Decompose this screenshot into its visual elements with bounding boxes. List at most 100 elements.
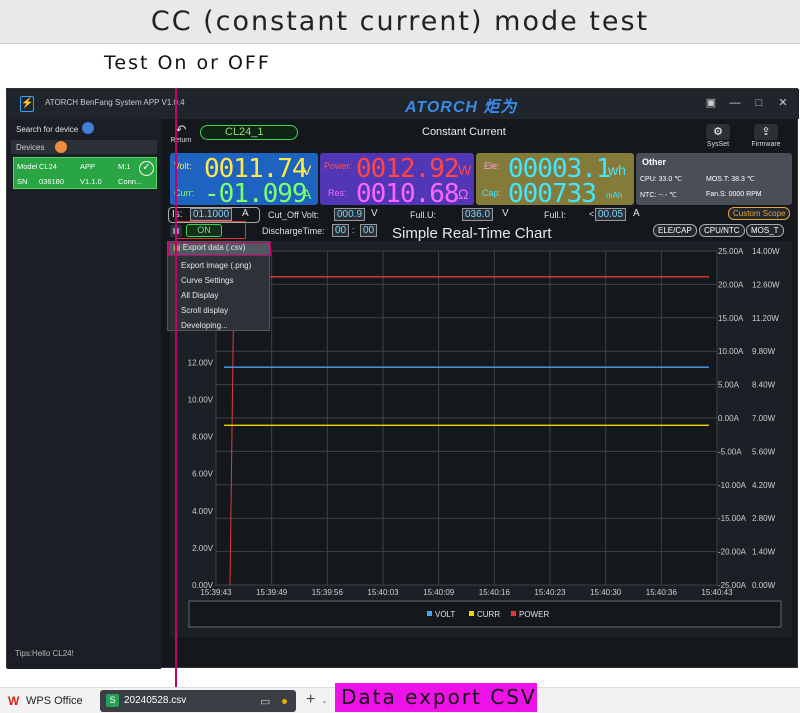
- wps-label[interactable]: WPS Office: [26, 695, 83, 707]
- cutoff-value[interactable]: 000.9: [334, 208, 366, 221]
- legend-label: CURR: [477, 610, 500, 619]
- fulli-value[interactable]: 00.05: [595, 208, 627, 221]
- tick-label-time: 15:39:49: [256, 588, 288, 597]
- tick-label-current: 15.00A: [718, 314, 744, 323]
- fulli-prefix: <: [589, 209, 595, 219]
- tick-label-power: 12.60W: [752, 280, 780, 289]
- ele-label: Ele:: [484, 161, 500, 171]
- app-title: ATORCH BenFang System APP V1.0.4: [45, 98, 185, 107]
- upload-icon: ⇪: [754, 124, 778, 140]
- menu-export-csv[interactable]: ▤ Export data (.csv): [168, 242, 271, 256]
- discharge-sep: :: [352, 225, 355, 235]
- chart-title: Simple Real-Time Chart: [392, 225, 552, 242]
- cutoff-unit: V: [371, 208, 378, 219]
- tick-label-power: 0.00W: [752, 581, 776, 590]
- cap-unit: mAh: [606, 191, 623, 200]
- tick-label-current: -10.00A: [718, 481, 747, 490]
- minimize-button[interactable]: —: [727, 95, 743, 111]
- tips-text: Tips:Hello CL24!: [15, 649, 74, 658]
- main-panel: ↶ Return CL24_1 Constant Current ⚙ SysSe…: [162, 119, 795, 639]
- menu-developing[interactable]: Developing...: [181, 321, 228, 330]
- ele-cap-button[interactable]: ELE/CAP: [653, 224, 697, 237]
- chevron-down-icon[interactable]: ⌄: [321, 696, 328, 705]
- legend-label: VOLT: [435, 610, 455, 619]
- wps-logo-icon[interactable]: W: [8, 694, 19, 708]
- menu-all-display[interactable]: All Display: [181, 291, 218, 300]
- tick-label-power: 2.80W: [752, 514, 776, 523]
- fullu-unit: V: [502, 208, 509, 219]
- discharge-minutes[interactable]: 00: [360, 224, 378, 237]
- app-logo-icon: ⚡: [20, 96, 34, 112]
- return-button[interactable]: ↶ Return: [166, 123, 196, 151]
- power-label: Power:: [324, 161, 353, 171]
- devices-refresh-icon[interactable]: [55, 141, 67, 153]
- legend-label: POWER: [519, 610, 549, 619]
- tick-label-current: 5.00A: [718, 381, 740, 390]
- search-device-label[interactable]: Search for device: [16, 125, 78, 134]
- fullu-value[interactable]: 036.0: [462, 208, 494, 221]
- device-badge[interactable]: CL24_1: [200, 125, 298, 140]
- tick-label-current: -5.00A: [718, 447, 742, 456]
- volt-unit: V: [302, 162, 312, 178]
- discharge-hours[interactable]: 00: [332, 224, 350, 237]
- firmware-button[interactable]: ⇪ Firmware: [746, 124, 786, 152]
- menu-curve-settings[interactable]: Curve Settings: [181, 276, 233, 285]
- search-icon[interactable]: [82, 122, 94, 134]
- volt-curr-box: Volt: 0011.74 V Curr: -01.099 A: [170, 153, 318, 209]
- tick-label-power: 1.40W: [752, 548, 776, 557]
- cpu-temp: CPU: 33.0 ℃: [640, 176, 683, 183]
- model-label: Model: [17, 162, 38, 171]
- tick-label-volt: 12.00V: [188, 358, 214, 367]
- maximize-button[interactable]: □: [751, 95, 767, 111]
- close-button[interactable]: ✕: [775, 95, 791, 111]
- tick-label-power: 4.20W: [752, 481, 776, 490]
- export-csv-label: Export data (.csv): [182, 243, 246, 252]
- power-res-box: Power: 0012.92 W Res: 0010.68 Ω: [320, 153, 474, 209]
- cap-value: 000733: [508, 179, 597, 209]
- other-title: Other: [642, 157, 667, 167]
- custom-scope-button[interactable]: Custom Scope: [728, 207, 791, 220]
- is-value[interactable]: 01.1000: [190, 208, 233, 221]
- context-menu: ▤ Export data (.csv) Export image (.png)…: [167, 241, 271, 331]
- sn-value: 036180: [39, 177, 65, 186]
- cpu-ntc-button[interactable]: CPU/NTC: [699, 224, 745, 237]
- fulli-label: Full.I:: [544, 210, 567, 220]
- tick-label-current: 10.00A: [718, 347, 744, 356]
- file-name: 20240528.csv: [124, 695, 187, 706]
- tick-label-current: 0.00A: [718, 414, 740, 423]
- file-tab[interactable]: S 20240528.csv ▭: [100, 690, 296, 712]
- tick-label-volt: 10.00V: [188, 395, 214, 404]
- cutoff-label: Cut_Off Volt:: [268, 210, 319, 220]
- restore-icon[interactable]: ▣: [703, 95, 719, 111]
- fullu-label: Full.U:: [410, 210, 437, 220]
- tick-label-volt: 4.00V: [192, 507, 214, 516]
- legend-swatch: [511, 611, 516, 616]
- curr-value: -01.099: [204, 179, 308, 209]
- app-window: ⚡ ATORCH BenFang System APP V1.0.4 ATORC…: [6, 88, 799, 669]
- tick-label-power: 5.60W: [752, 447, 776, 456]
- fulli-unit: A: [633, 208, 640, 219]
- annotation-line: [175, 88, 177, 690]
- device-card[interactable]: Model CL24 APP M:1 SN 036180 V1.1.0 Conn…: [13, 157, 157, 189]
- curr-unit: A: [302, 186, 312, 202]
- menu-export-png[interactable]: Export image (.png): [181, 261, 251, 270]
- ele-unit: wh: [608, 162, 626, 178]
- tick-label-power: 9.80W: [752, 347, 776, 356]
- tick-label-time: 15:40:30: [590, 588, 622, 597]
- tick-label-volt: 2.00V: [192, 544, 214, 553]
- res-label: Res:: [328, 188, 347, 198]
- new-tab-button[interactable]: +: [306, 691, 315, 709]
- on-highlight-box: [176, 221, 246, 239]
- status-value: Conn...: [118, 177, 143, 186]
- monitor-icon[interactable]: ▭: [260, 695, 270, 708]
- sysset-button[interactable]: ⚙ SysSet: [702, 124, 734, 152]
- fan-speed: Fan.S: 0000 RPM: [706, 191, 762, 198]
- menu-scroll-display[interactable]: Scroll display: [181, 306, 228, 315]
- tick-label-current: -15.00A: [718, 514, 747, 523]
- mos-t-button[interactable]: MOS_T: [746, 224, 784, 237]
- unsaved-dot: [282, 699, 287, 704]
- tick-label-current: 25.00A: [718, 247, 744, 256]
- mode-label: Constant Current: [422, 126, 506, 138]
- return-icon: ↶: [175, 122, 187, 137]
- app-label: APP: [80, 162, 96, 171]
